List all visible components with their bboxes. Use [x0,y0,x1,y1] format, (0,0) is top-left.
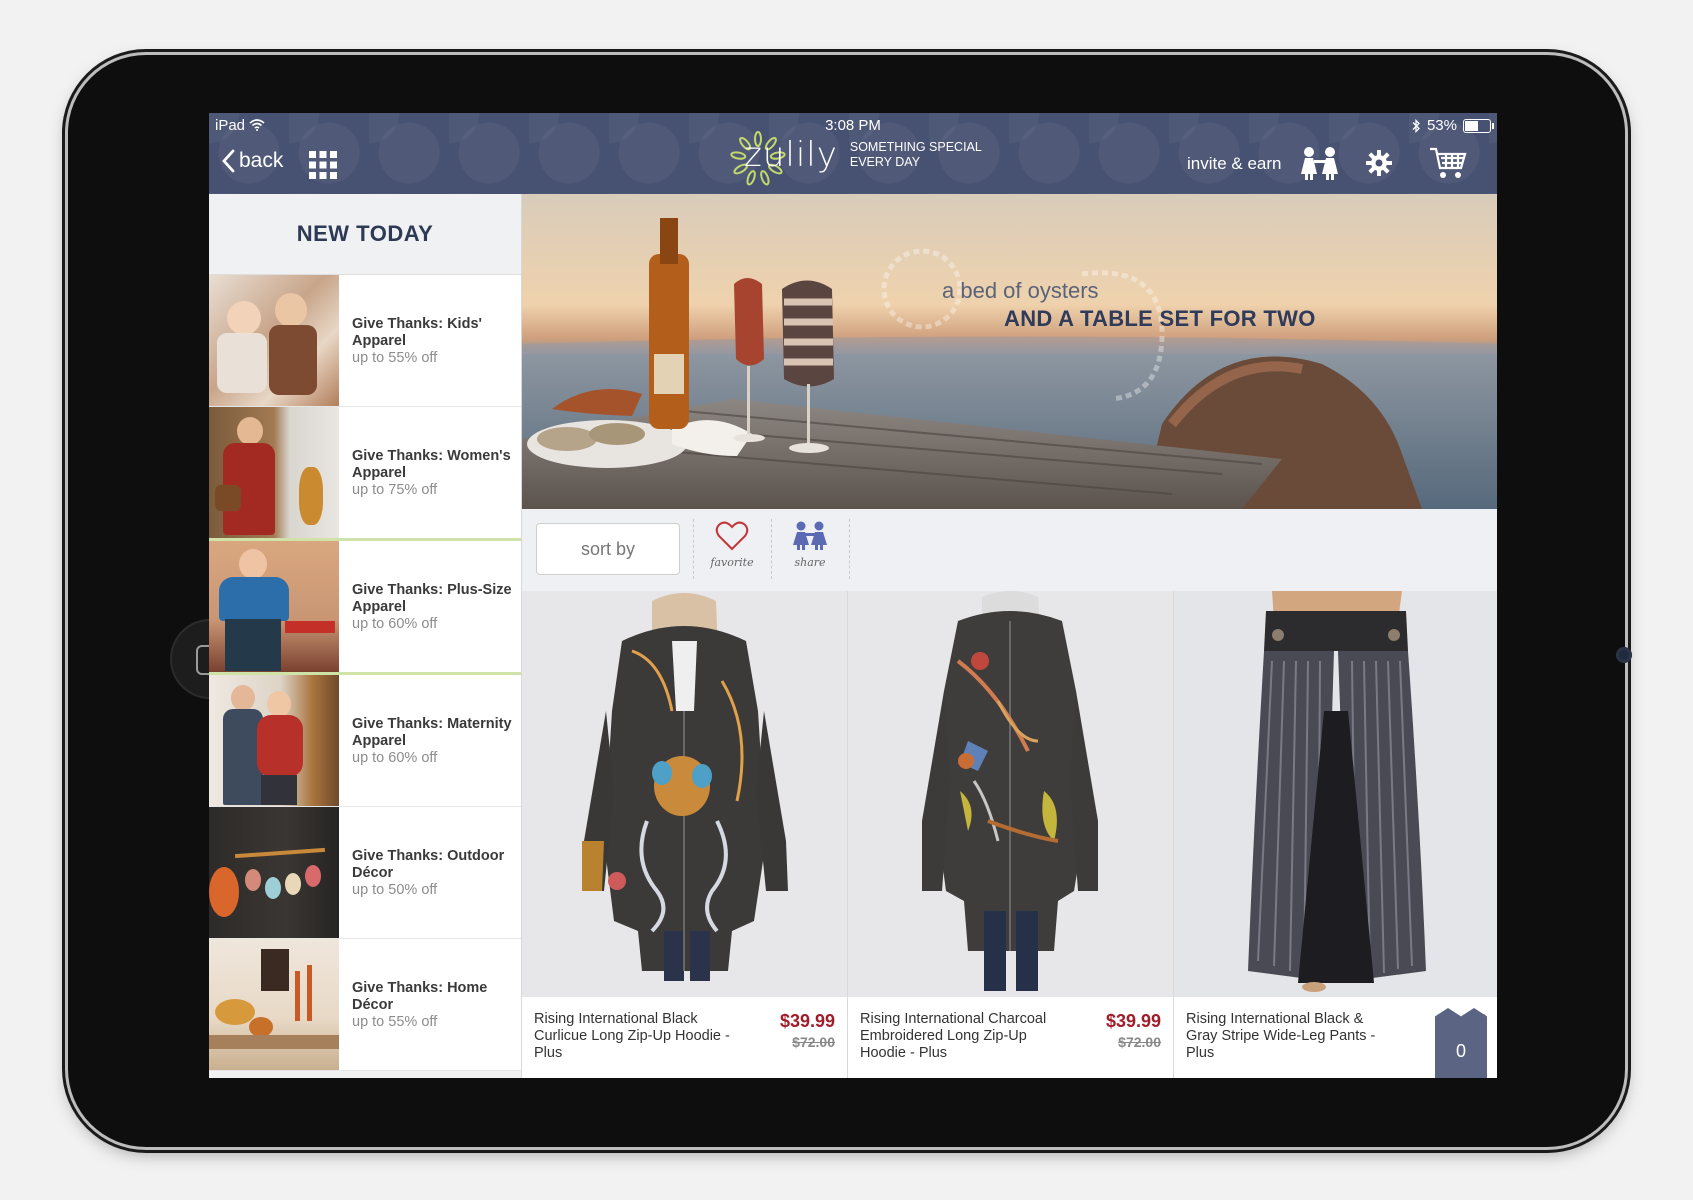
sidebar-item-plus-size-apparel[interactable]: Give Thanks: Plus-Size Apparel up to 60%… [209,541,521,675]
sale-name: Give Thanks: Kids' Apparel [352,316,482,349]
hoodie-image [848,591,1173,997]
sidebar-item-text: Give Thanks: Outdoor Décor up to 50% off [339,807,521,938]
app-screen: iPad 3:08 PM 53% back zulily SOMETHING S… [209,113,1497,1078]
product-card[interactable]: Rising International Black Curlicue Long… [522,591,848,1078]
sidebar-item-maternity-apparel[interactable]: Give Thanks: Maternity Apparel up to 60%… [209,675,521,807]
camera-icon [1616,647,1632,663]
bluetooth-icon [1412,118,1420,133]
cart-count-value: 0 [1455,1041,1466,1061]
sale-discount: up to 75% off [352,482,438,498]
sidebar-item-home-decor[interactable]: Give Thanks: Home Décor up to 55% off [209,939,521,1071]
battery-icon [1463,118,1494,133]
sale-toolbar: sort by favorite share [522,509,1497,592]
product-name: Rising International Black Curlicue Long… [534,1011,730,1061]
hero-photo [522,194,1497,509]
hoodie-image [522,591,847,997]
hero-banner[interactable]: a bed of oysters AND A TABLE SET FOR TWO [522,194,1497,509]
product-info: Rising International Black Curlicue Long… [522,997,847,1078]
toolbar-divider [771,519,773,579]
sidebar-thumbnail [209,407,339,538]
grid-menu-icon[interactable] [309,151,337,179]
sidebar-title: NEW TODAY [209,194,521,275]
tagline-line-1: SOMETHING SPECIAL [849,140,982,154]
pants-image [1174,591,1497,997]
settings-gear-icon[interactable] [1365,149,1393,177]
chevron-left-icon [222,149,235,173]
sale-discount: up to 55% off [352,350,438,366]
sale-name: Give Thanks: Women's Apparel [352,448,511,481]
sale-discount: up to 50% off [352,882,438,898]
sidebar-item-text: Give Thanks: Women's Apparel up to 75% o… [339,407,521,538]
shopping-cart-icon[interactable] [1429,146,1467,180]
sale-discount: up to 60% off [352,750,438,766]
heart-icon [715,521,749,551]
sidebar-item-womens-apparel[interactable]: Give Thanks: Women's Apparel up to 75% o… [209,407,521,541]
share-label: share [794,556,826,569]
sidebar-thumbnail [209,275,339,406]
back-button[interactable]: back [221,149,283,173]
sale-price: $39.99 [779,1011,835,1031]
people-invite-icon[interactable] [1297,146,1343,180]
sidebar-item-text: Give Thanks: Kids' Apparel up to 55% off [339,275,521,406]
hero-headline-line1: a bed of oysters [942,278,1099,303]
product-image [1174,591,1497,997]
sale-name: Give Thanks: Outdoor Décor [352,848,505,881]
logo-tagline: SOMETHING SPECIAL EVERY DAY [850,140,982,170]
sidebar-thumbnail [209,541,339,672]
original-price: $72.00 [1118,1034,1161,1050]
logo-wordmark: zulily [744,135,838,175]
cart-count-badge[interactable]: 0 [1435,1008,1487,1078]
favorite-button[interactable]: favorite [696,519,768,583]
product-name: Rising International Black & Gray Stripe… [1186,1011,1376,1061]
sale-discount: up to 60% off [352,616,438,632]
product-image [848,591,1173,997]
product-image [522,591,847,997]
toolbar-divider [849,519,851,579]
tagline-line-2: EVERY DAY [849,155,921,169]
sidebar-item-kids-apparel[interactable]: Give Thanks: Kids' Apparel up to 55% off [209,275,521,407]
sidebar-item-text: Give Thanks: Maternity Apparel up to 60%… [339,675,521,806]
product-grid: Rising International Black Curlicue Long… [522,591,1497,1078]
sale-name: Give Thanks: Maternity Apparel [352,716,512,749]
product-price: $39.99 $72.00 [780,1011,835,1050]
status-right: 53% [1411,117,1494,134]
product-name: Rising International Charcoal Embroidere… [860,1011,1047,1061]
sidebar-thumbnail [209,675,339,806]
top-nav-bar: iPad 3:08 PM 53% back zulily SOMETHING S… [209,113,1497,194]
sidebar-item-outdoor-decor[interactable]: Give Thanks: Outdoor Décor up to 50% off [209,807,521,939]
back-label: back [239,149,284,172]
toolbar-divider [693,519,695,579]
new-today-sidebar: NEW TODAY Give Thanks: Kids' Apparel up … [209,194,522,1078]
sale-price: $39.99 [1105,1011,1161,1031]
status-time: 3:08 PM [825,117,881,134]
sale-discount: up to 55% off [352,1014,438,1030]
invite-earn-link[interactable]: invite & earn [1187,154,1282,174]
original-price: $72.00 [792,1034,835,1050]
product-info: Rising International Charcoal Embroidere… [848,997,1173,1078]
product-card[interactable]: Rising International Charcoal Embroidere… [848,591,1174,1078]
hero-headline-line2: AND A TABLE SET FOR TWO [1004,306,1316,331]
product-card[interactable]: Rising International Black & Gray Stripe… [1174,591,1497,1078]
sale-name: Give Thanks: Plus-Size Apparel [352,582,512,615]
battery-percent: 53% [1426,117,1457,134]
zulily-logo[interactable]: zulily SOMETHING SPECIAL EVERY DAY [730,131,982,186]
favorite-label: favorite [710,556,754,569]
share-people-icon [793,521,827,550]
sidebar-thumbnail [209,807,339,938]
sidebar-item-text: Give Thanks: Home Décor up to 55% off [339,939,521,1070]
sale-name: Give Thanks: Home Décor [352,980,488,1013]
share-button[interactable]: share [774,519,846,583]
sidebar-thumbnail [209,939,339,1070]
product-price: $39.99 $72.00 [1106,1011,1161,1050]
sort-by-button[interactable]: sort by [536,523,680,575]
sidebar-item-text: Give Thanks: Plus-Size Apparel up to 60%… [339,541,521,672]
